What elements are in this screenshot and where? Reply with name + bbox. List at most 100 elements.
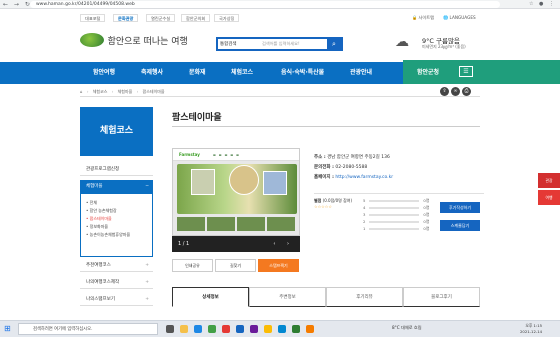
directions-button[interactable]: 길찾기 <box>215 259 256 272</box>
file-explorer-icon[interactable] <box>180 325 188 333</box>
homepage-label: 홈페이지 : <box>314 175 334 180</box>
slide-controls: 1 / 1 ‹ › <box>172 236 300 252</box>
photo-panel <box>191 169 215 195</box>
print-icon[interactable]: ⎙ <box>462 87 471 96</box>
submenu-item-all[interactable]: • 전체 <box>86 199 152 207</box>
nav-item-food[interactable]: 음식·숙박·특산물 <box>281 62 324 84</box>
title-divider <box>172 126 480 127</box>
sitemap-link[interactable]: 🔒 사이트맵 <box>412 14 434 22</box>
top-link-symbol[interactable]: 국가상징 <box>214 14 240 22</box>
edge-icon[interactable] <box>194 325 202 333</box>
page-tools: ⇪ ∞ ⎙ <box>438 87 471 96</box>
tab-review[interactable]: 후기리뷰 <box>326 287 403 307</box>
sidebar-item-label: 나의여행코스제작 <box>86 280 120 285</box>
app-icon[interactable] <box>222 325 230 333</box>
homepage-link[interactable]: http://www.farmstay.co.kr <box>335 175 393 180</box>
photo-thumbnails <box>177 217 297 231</box>
app-icon[interactable] <box>236 325 244 333</box>
submenu-item-rest[interactable]: • 농촌이농촌체험휴양마을 <box>86 231 152 239</box>
nav-item-festival[interactable]: 축제행사 <box>141 62 163 84</box>
farmstay-logo: Farmstay <box>179 152 200 157</box>
tab-nearby[interactable]: 주변정보 <box>249 287 326 307</box>
rating-row: 5 0명 <box>363 198 430 203</box>
tab-blog[interactable]: 블로그후기 <box>403 287 480 307</box>
search-category-select[interactable]: 통합검색 <box>220 41 254 47</box>
stamp-button[interactable]: 스탬프찍기 <box>258 259 299 272</box>
nav-item-heritage[interactable]: 문화재 <box>189 62 206 84</box>
submenu-item-farmstay[interactable]: • 팜스테이마을 <box>86 215 152 223</box>
cloud-icon: ☁ <box>395 34 409 50</box>
windows-start-icon[interactable]: ⊞ <box>4 324 11 333</box>
taskbar-search[interactable]: 검색하려면 여기에 입력하십시오. <box>18 323 158 335</box>
browser-nav-icons[interactable]: ← → ↻ <box>3 1 32 8</box>
app-icon[interactable] <box>306 325 314 333</box>
nav-item-guide[interactable]: 관광안내 <box>350 62 372 84</box>
sidebar-item-label: 체험마을 <box>86 184 103 189</box>
top-link-portal[interactable]: 대표포털 <box>80 14 106 22</box>
search-button[interactable]: ⌕ <box>327 39 341 49</box>
county-office-link[interactable]: 함안군청 ☰ <box>403 60 560 84</box>
plus-icon: + <box>145 263 149 268</box>
taskbar-weather[interactable]: 8°C 대체로 흐림 <box>392 325 422 331</box>
quick-menu-tour[interactable]: 관광 <box>538 173 560 188</box>
address-value: 경남 함안군 여항면 주동2길 136 <box>327 155 390 160</box>
sidebar-title: 체험코스 <box>80 107 153 156</box>
submenu-item-farm[interactable]: • 함안 농촌체험장 <box>86 207 152 215</box>
sidebar-item-mycourse[interactable]: 나의여행코스제작 + <box>80 276 153 289</box>
phone-label: 문의전화 : <box>314 165 334 170</box>
sidebar-item-stamp[interactable]: 나의스탬프보기 + <box>80 293 153 306</box>
tab-detail[interactable]: 상세정보 <box>172 287 249 307</box>
share-icon[interactable]: ⇪ <box>440 87 449 96</box>
breadcrumb-item[interactable]: 팜스테이마을 <box>143 89 165 94</box>
rating-row: 2 0명 <box>363 219 430 224</box>
quick-menu-trip[interactable]: 여행 <box>538 190 560 205</box>
menu-icon[interactable]: ☰ <box>459 66 473 77</box>
site-logo[interactable]: 함안으로 떠나는 여행 <box>80 33 188 47</box>
sidebar-item-village[interactable]: 체험마을 − <box>80 180 153 193</box>
nav-item-travel[interactable]: 함안여행 <box>93 62 115 84</box>
weather-dust: 미세먼지 23㎍/m³ (좋음) <box>422 44 466 49</box>
search-input[interactable]: 검색어를 입력하세요! <box>262 41 300 47</box>
plus-icon: + <box>145 280 149 285</box>
nav-item-experience[interactable]: 체험코스 <box>231 62 253 84</box>
search-box: 통합검색 검색어를 입력하세요! ⌕ <box>216 37 343 51</box>
languages-link[interactable]: 🌐 LANGUAGES <box>443 14 476 22</box>
top-link-council[interactable]: 함안군의회 <box>181 14 211 22</box>
address-row: 주소 : 경남 함안군 여항면 주동2길 136 <box>314 154 390 160</box>
chrome-icon[interactable] <box>264 325 272 333</box>
link-icon[interactable]: ∞ <box>451 87 460 96</box>
sidebar-submenu: • 전체 • 함안 농촌체험장 • 팜스테이마을 • 정보화마을 • 농촌이농촌… <box>80 193 153 257</box>
submenu-item-info[interactable]: • 정보화마을 <box>86 223 152 231</box>
app-icon[interactable] <box>208 325 216 333</box>
logo-text: 함안으로 떠나는 여행 <box>107 36 188 47</box>
write-review-button[interactable]: 후기작성하기 <box>440 202 480 213</box>
breadcrumb-item[interactable]: 체험마을 <box>118 89 133 94</box>
photo-panel <box>229 165 259 195</box>
slide-arrows[interactable]: ‹ › <box>273 236 294 252</box>
top-link-culture[interactable]: 문화관광 <box>113 14 139 22</box>
add-schedule-button[interactable]: 스케줄담기 <box>440 220 480 231</box>
task-view-icon[interactable] <box>166 325 174 333</box>
taskbar-clock[interactable]: 오후 1:15 2021-12-14 <box>520 323 542 335</box>
rating-divider <box>314 193 484 194</box>
browser-toolbar: ← → ↻ www.haman.go.kr/04201/04499/04508.… <box>0 0 560 9</box>
windows-taskbar: ⊞ 검색하려면 여기에 입력하십시오. 8°C 대체로 흐림 오후 1:15 2… <box>0 320 560 337</box>
homepage-row: 홈페이지 : http://www.farmstay.co.kr <box>314 174 393 180</box>
app-icon[interactable] <box>250 325 258 333</box>
share-button[interactable]: 인쇄공유 <box>172 259 213 272</box>
app-icon[interactable] <box>292 325 300 333</box>
photo-menu-bar: ▬ ▬ ▬ ▬ ▬ <box>213 153 240 157</box>
minus-icon: − <box>145 184 149 189</box>
plus-icon: + <box>145 297 149 302</box>
breadcrumb-item[interactable]: 체험코스 <box>93 89 108 94</box>
weather-widget: ☁ 9°C 구름많음 미세먼지 23㎍/m³ (좋음) <box>395 34 466 50</box>
phone-row: 문의전화 : 02-2080-5588 <box>314 164 367 170</box>
home-icon[interactable]: ⌂ <box>80 89 83 94</box>
sidebar-item-course[interactable]: 추천여행코스 + <box>80 259 153 272</box>
county-office-label: 함안군청 <box>417 69 440 76</box>
browser-extensions-icons[interactable]: ☆ ● ⋮ <box>529 1 556 7</box>
top-link-mayor[interactable]: 열린군수실 <box>146 14 176 22</box>
address-bar[interactable]: www.haman.go.kr/04201/04499/04508.web <box>30 1 500 8</box>
app-icon[interactable] <box>278 325 286 333</box>
sidebar-item-program[interactable]: 관광프로그램신청 <box>80 163 153 176</box>
